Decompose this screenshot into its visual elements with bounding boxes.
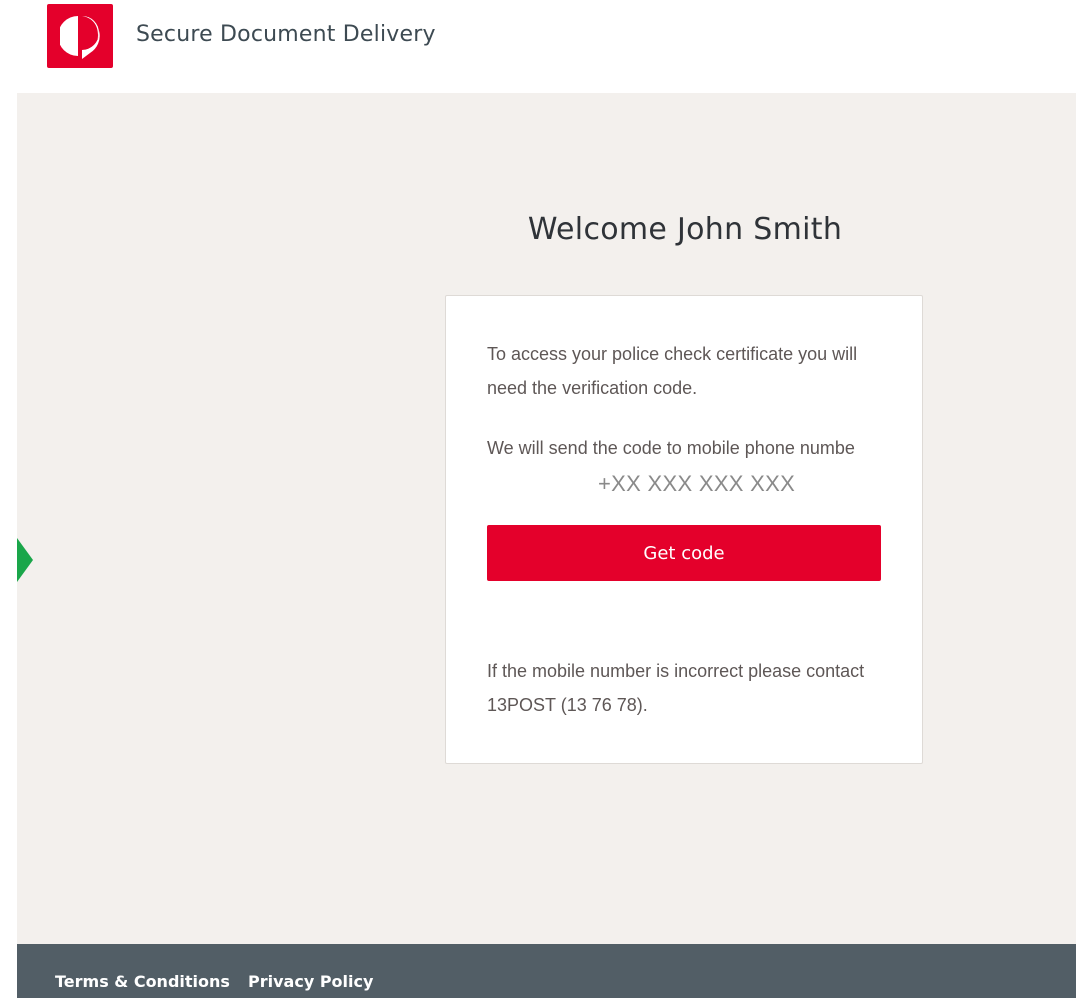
verification-card: To access your police check certificate … (445, 295, 923, 764)
page: Secure Document Delivery Welcome John Sm… (0, 0, 1076, 998)
header: Secure Document Delivery (0, 0, 1076, 93)
phone-number: +XX XXX XXX XXX (598, 471, 796, 496)
terms-link[interactable]: Terms & Conditions (55, 972, 230, 991)
green-arrow-right-icon (17, 538, 33, 582)
privacy-link[interactable]: Privacy Policy (248, 972, 373, 991)
app-title: Secure Document Delivery (136, 22, 436, 47)
welcome-heading: Welcome John Smith (527, 212, 843, 247)
contact-note: If the mobile number is incorrect please… (487, 661, 865, 715)
post-p-symbol (60, 16, 100, 59)
get-code-button[interactable]: Get code (487, 525, 881, 581)
australia-post-logo-icon[interactable] (47, 4, 113, 68)
intro-text: To access your police check certificate … (487, 344, 858, 398)
footer: Terms & Conditions Privacy Policy (17, 944, 1076, 998)
send-code-text: We will send the code to mobile phone nu… (487, 438, 855, 458)
